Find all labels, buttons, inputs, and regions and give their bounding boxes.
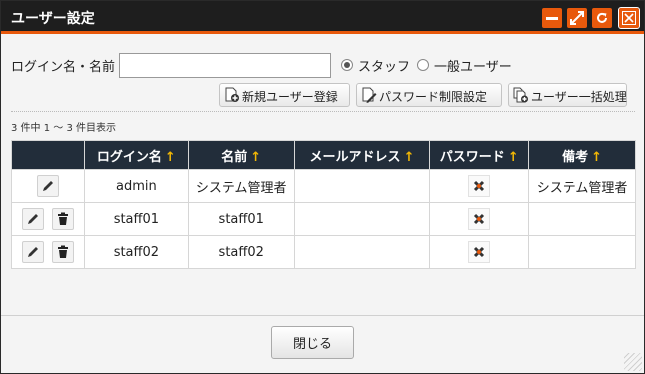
pencil-icon: [27, 247, 38, 257]
title-bar[interactable]: ユーザー設定: [1, 1, 644, 34]
cell-login: admin: [83, 169, 189, 203]
column-header-login[interactable]: ログイン名 ↑: [83, 140, 189, 170]
close-icon: [622, 11, 636, 25]
radio-general-user-label[interactable]: 一般ユーザー: [434, 56, 512, 75]
dialog-footer: 閉じる: [1, 315, 644, 373]
sort-arrow-icon: ↑: [591, 149, 603, 165]
trash-icon: [57, 212, 68, 225]
maximize-icon: [570, 11, 584, 25]
column-header-password[interactable]: パスワード ↑: [429, 140, 530, 170]
sort-arrow-icon: ↑: [507, 149, 519, 165]
user-settings-dialog: ユーザー設定 ログイン名・名前 スタッフ 一般ユーザー 新規ユーザー登録 パスワ…: [0, 0, 645, 374]
edit-document-icon: [362, 87, 377, 103]
edit-button[interactable]: [36, 175, 59, 197]
cell-name: staff01: [187, 202, 295, 236]
key-tool-icon: [474, 213, 485, 225]
cell-name: staff02: [187, 235, 295, 269]
column-header-note[interactable]: 備考 ↑: [528, 140, 636, 170]
minimize-icon: [546, 17, 558, 20]
edit-button[interactable]: [21, 208, 44, 230]
search-label: ログイン名・名前: [11, 60, 116, 75]
refresh-icon: [597, 12, 607, 23]
key-tool-icon: [474, 180, 485, 192]
cell-login: staff02: [83, 235, 189, 269]
pencil-icon: [27, 214, 38, 224]
key-tool-icon: [474, 246, 485, 258]
cell-login: staff01: [83, 202, 189, 236]
close-button[interactable]: 閉じる: [271, 326, 354, 359]
sort-arrow-icon: ↑: [250, 149, 262, 165]
trash-icon: [57, 245, 68, 258]
edit-button[interactable]: [21, 241, 44, 263]
dialog-content: ログイン名・名前 スタッフ 一般ユーザー 新規ユーザー登録 パスワード制限設定: [1, 37, 644, 373]
minimize-button[interactable]: [542, 8, 562, 28]
divider: [11, 111, 635, 112]
column-header-actions: [11, 140, 85, 170]
password-button[interactable]: [468, 208, 491, 230]
window-title: ユーザー設定: [11, 11, 95, 27]
cell-email: [293, 169, 431, 203]
new-user-button[interactable]: 新規ユーザー登録: [219, 83, 350, 107]
radio-staff[interactable]: [341, 59, 353, 71]
table-row: staff02 staff02: [11, 235, 636, 269]
table-row: admin システム管理者 システム管理者: [11, 169, 636, 203]
close-window-button[interactable]: [618, 7, 640, 29]
user-table: ログイン名 ↑ 名前 ↑ メールアドレス ↑ パスワード ↑ 備考 ↑ admin システ…: [11, 140, 636, 269]
delete-button[interactable]: [51, 241, 74, 263]
result-count: 3 件中 1 ～ 3 件目表示: [11, 123, 116, 134]
cell-email: [293, 235, 431, 269]
table-row: staff01 staff01: [11, 202, 636, 236]
bulk-users-button[interactable]: ユーザー一括処理: [508, 83, 627, 107]
password-restrict-button[interactable]: パスワード制限設定: [356, 83, 502, 107]
password-restrict-label: パスワード制限設定: [379, 90, 488, 104]
cell-note: システム管理者: [528, 169, 636, 203]
column-header-name[interactable]: 名前 ↑: [187, 140, 295, 170]
maximize-button[interactable]: [567, 8, 587, 28]
new-user-label: 新規ユーザー登録: [242, 90, 338, 104]
bulk-users-label: ユーザー一括処理: [531, 90, 627, 104]
resize-grip[interactable]: [624, 353, 642, 371]
refresh-button[interactable]: [592, 8, 612, 28]
search-input[interactable]: [119, 53, 331, 78]
table-header-row: ログイン名 ↑ 名前 ↑ メールアドレス ↑ パスワード ↑ 備考 ↑: [11, 140, 636, 170]
pencil-icon: [42, 181, 53, 191]
copy-document-icon: [513, 87, 528, 103]
cell-note: [528, 202, 636, 236]
delete-button[interactable]: [51, 208, 74, 230]
cell-email: [293, 202, 431, 236]
radio-general-user[interactable]: [417, 59, 429, 71]
radio-staff-label[interactable]: スタッフ: [358, 56, 410, 75]
password-button[interactable]: [468, 241, 491, 263]
sort-arrow-icon: ↑: [164, 149, 176, 165]
add-document-icon: [225, 87, 239, 102]
cell-name: システム管理者: [187, 169, 295, 203]
column-header-email[interactable]: メールアドレス ↑: [293, 140, 431, 170]
cell-note: [528, 235, 636, 269]
sort-arrow-icon: ↑: [403, 149, 415, 165]
password-button[interactable]: [468, 175, 491, 197]
